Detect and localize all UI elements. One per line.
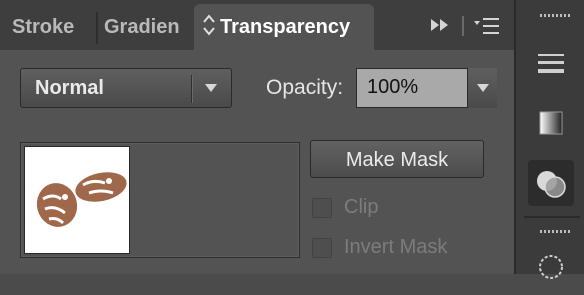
tab-stroke-label: Stroke xyxy=(12,16,75,38)
appearance-panel-button[interactable] xyxy=(528,244,574,290)
opacity-label: Opacity: xyxy=(266,76,344,99)
tab-gradient-label: Gradien xyxy=(104,16,180,38)
invert-mask-checkbox[interactable] xyxy=(312,238,332,258)
panel-menu-icon[interactable] xyxy=(474,17,500,35)
tab-divider xyxy=(96,12,98,44)
tab-gradient[interactable]: Gradien xyxy=(104,4,192,50)
chevron-down-icon xyxy=(477,84,489,92)
tab-transparency-label: Transparency xyxy=(220,16,351,38)
show-options-icon[interactable] xyxy=(202,13,216,37)
blend-mode-dropdown[interactable]: Normal xyxy=(20,68,232,108)
right-toolbar xyxy=(514,0,584,279)
chevron-down-icon xyxy=(205,84,217,92)
transparency-panel-button[interactable] xyxy=(528,160,574,206)
tab-control-divider xyxy=(462,16,464,36)
stroke-lines-icon xyxy=(538,54,564,73)
transparency-panel: Stroke Gradien Transparency Normal Opaci… xyxy=(0,0,514,274)
toolbar-divider xyxy=(524,216,580,218)
blend-mode-value: Normal xyxy=(35,77,104,99)
transparency-icon xyxy=(537,171,566,198)
opacity-dropdown-button[interactable] xyxy=(467,68,497,108)
dropdown-divider xyxy=(191,75,192,103)
stroke-panel-button[interactable] xyxy=(528,40,574,86)
gradient-icon xyxy=(539,111,563,135)
panel-tab-bar: Stroke Gradien Transparency xyxy=(0,0,514,50)
gradient-panel-button[interactable] xyxy=(528,100,574,146)
appearance-icon xyxy=(539,255,563,279)
double-arrow-right-icon[interactable] xyxy=(430,18,450,32)
clip-label: Clip xyxy=(344,196,379,218)
toolbar-grip[interactable] xyxy=(540,230,570,233)
tab-transparency[interactable]: Transparency xyxy=(194,4,374,50)
toolbar-grip[interactable] xyxy=(540,14,570,17)
make-mask-label: Make Mask xyxy=(345,149,449,171)
opacity-field[interactable]: 100% xyxy=(356,68,497,108)
clip-checkbox[interactable] xyxy=(312,198,332,218)
artwork-preview-image xyxy=(36,172,127,227)
opacity-input[interactable]: 100% xyxy=(367,76,418,99)
artwork-thumbnail[interactable] xyxy=(24,146,130,254)
tab-stroke[interactable]: Stroke xyxy=(8,4,96,50)
make-mask-button[interactable]: Make Mask xyxy=(310,140,484,178)
invert-mask-label: Invert Mask xyxy=(344,236,448,258)
